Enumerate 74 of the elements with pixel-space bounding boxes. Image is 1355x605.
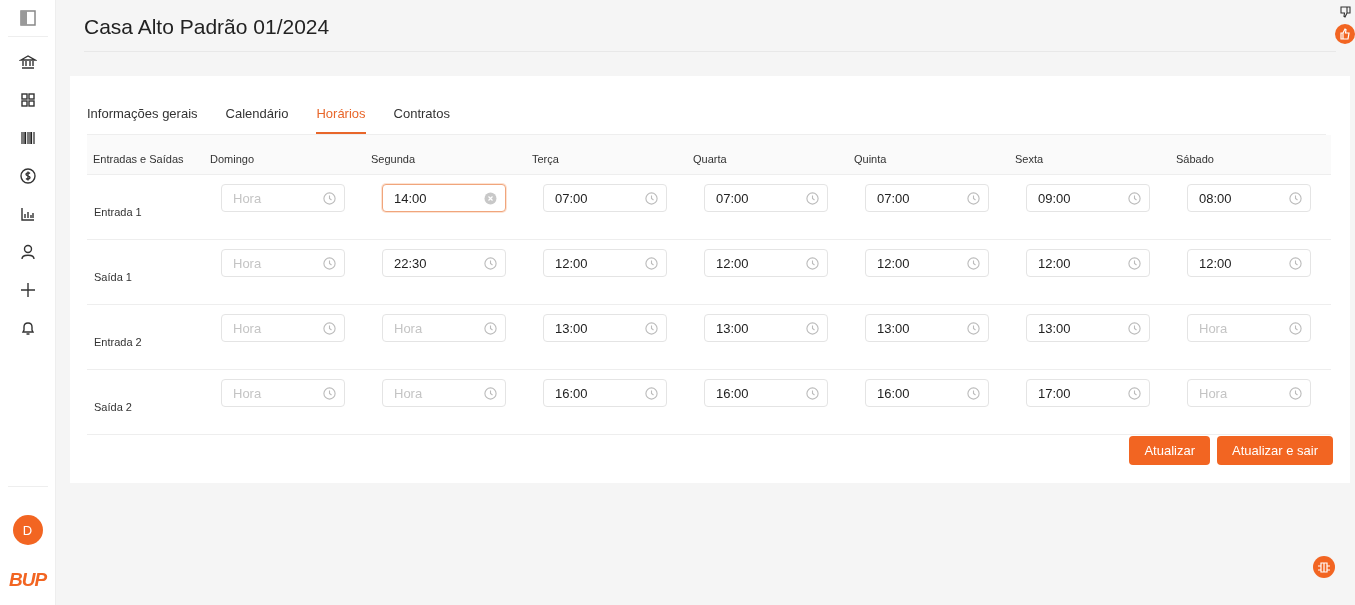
barcode-icon[interactable] bbox=[18, 129, 37, 147]
clock-icon bbox=[323, 256, 336, 270]
tab[interactable]: Informações gerais bbox=[87, 96, 198, 134]
column-header: Domingo bbox=[204, 135, 365, 175]
clock-icon bbox=[806, 191, 819, 205]
clock-icon bbox=[323, 386, 336, 400]
clock-icon bbox=[1289, 191, 1302, 205]
plus-icon[interactable] bbox=[18, 281, 37, 299]
clock-icon bbox=[1128, 256, 1141, 270]
time-input-field[interactable]: 12:00 bbox=[865, 249, 989, 277]
row-label: Saída 1 bbox=[94, 271, 132, 283]
time-input-field[interactable]: 12:00 bbox=[1187, 249, 1311, 277]
clock-icon bbox=[806, 256, 819, 270]
bank-icon[interactable] bbox=[18, 53, 37, 71]
clock-icon bbox=[1289, 256, 1302, 270]
clock-icon bbox=[645, 256, 658, 270]
row-label: Entrada 2 bbox=[94, 336, 142, 348]
column-header: Quinta bbox=[848, 135, 1009, 175]
clock-icon bbox=[484, 321, 497, 335]
row-label: Entrada 1 bbox=[94, 206, 142, 218]
bar-chart-icon[interactable] bbox=[18, 205, 37, 223]
time-input-field[interactable]: 07:00 bbox=[543, 184, 667, 212]
time-input-field[interactable]: 13:00 bbox=[865, 314, 989, 342]
clock-icon bbox=[1128, 321, 1141, 335]
time-input-field[interactable]: 16:00 bbox=[704, 379, 828, 407]
clock-icon bbox=[645, 386, 658, 400]
grid-icon[interactable] bbox=[18, 91, 37, 109]
time-input-field[interactable]: 07:00 bbox=[865, 184, 989, 212]
tab[interactable]: Contratos bbox=[393, 96, 450, 134]
row-label: Saída 2 bbox=[94, 401, 132, 413]
column-header: Sábado bbox=[1170, 135, 1331, 175]
time-input-field[interactable]: 07:00 bbox=[704, 184, 828, 212]
clock-icon bbox=[484, 256, 497, 270]
clock-icon bbox=[323, 321, 336, 335]
time-input-field[interactable]: 16:00 bbox=[865, 379, 989, 407]
column-header: Terça bbox=[526, 135, 687, 175]
sidebar-toggle-icon[interactable] bbox=[19, 10, 36, 26]
clock-icon bbox=[1128, 191, 1141, 205]
thumbs-down-icon[interactable] bbox=[1339, 6, 1351, 18]
time-input-field[interactable]: 13:00 bbox=[543, 314, 667, 342]
time-input-field[interactable]: 08:00 bbox=[1187, 184, 1311, 212]
time-input-field[interactable]: 09:00 bbox=[1026, 184, 1150, 212]
clock-icon bbox=[967, 256, 980, 270]
clock-icon bbox=[323, 191, 336, 205]
time-input-field[interactable]: 13:00 bbox=[704, 314, 828, 342]
user-icon[interactable] bbox=[18, 243, 37, 261]
time-input-field[interactable]: 16:00 bbox=[543, 379, 667, 407]
brand-logo: BUP bbox=[8, 569, 47, 591]
time-input-field[interactable]: 12:00 bbox=[704, 249, 828, 277]
clock-icon bbox=[645, 191, 658, 205]
page-title: Casa Alto Padrão 01/2024 bbox=[84, 15, 330, 39]
time-input-field[interactable]: 12:00 bbox=[543, 249, 667, 277]
thumbs-up-icon[interactable] bbox=[1335, 24, 1355, 44]
time-input-field[interactable]: 13:00 bbox=[1026, 314, 1150, 342]
clock-icon bbox=[806, 321, 819, 335]
dollar-icon[interactable] bbox=[18, 167, 37, 185]
clock-icon bbox=[645, 321, 658, 335]
tab[interactable]: Calendário bbox=[225, 96, 289, 134]
clock-icon bbox=[806, 386, 819, 400]
clock-icon bbox=[1289, 321, 1302, 335]
time-input-field[interactable]: 14:00 bbox=[382, 184, 506, 212]
clock-icon bbox=[1289, 386, 1302, 400]
time-input-field[interactable]: 22:30 bbox=[382, 249, 506, 277]
clock-icon bbox=[967, 191, 980, 205]
clock-icon bbox=[484, 386, 497, 400]
time-input-field[interactable]: 17:00 bbox=[1026, 379, 1150, 407]
clock-icon bbox=[967, 321, 980, 335]
column-header: Segunda bbox=[365, 135, 526, 175]
column-header: Sexta bbox=[1009, 135, 1170, 175]
time-input-field[interactable]: 12:00 bbox=[1026, 249, 1150, 277]
clock-icon bbox=[967, 386, 980, 400]
column-header: Entradas e Saídas bbox=[87, 135, 204, 175]
clock-icon bbox=[1128, 386, 1141, 400]
column-header: Quarta bbox=[687, 135, 848, 175]
